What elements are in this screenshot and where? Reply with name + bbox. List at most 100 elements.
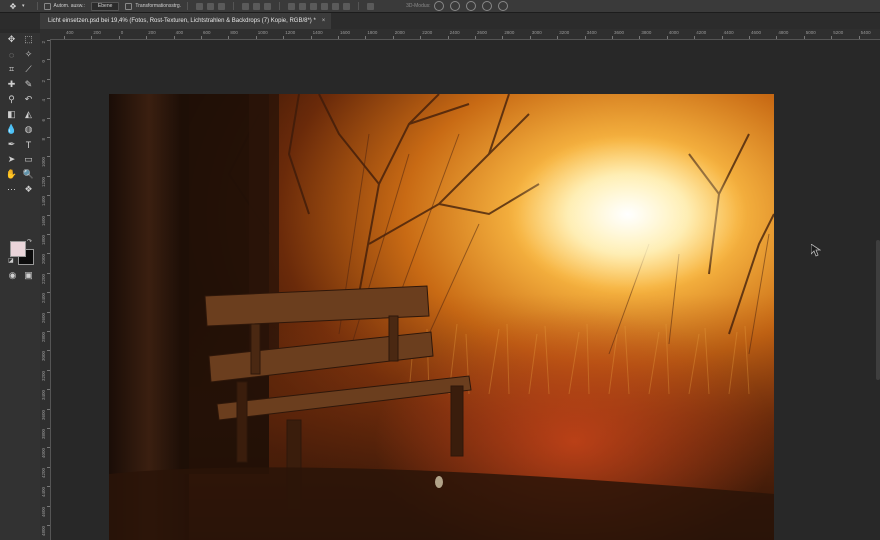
marquee-icon[interactable]: ⬚ <box>22 33 35 46</box>
ruler-tick-label: 2600 <box>41 312 46 323</box>
ruler-tick-label: 400 <box>66 30 74 35</box>
ruler-tick-label: 5400 <box>860 30 871 35</box>
ruler-tick <box>47 389 50 391</box>
ruler-tick-label: 400 <box>175 30 184 35</box>
ruler-tick <box>47 505 50 507</box>
document-tab[interactable]: Licht einsetzen.psd bei 19,4% (Fotos, Ro… <box>40 13 332 29</box>
dodge-icon[interactable]: ◍ <box>22 123 35 136</box>
align-hcenter-icon[interactable] <box>207 2 215 10</box>
3d-scale-icon[interactable] <box>497 1 508 11</box>
ruler-tick-label: 4400 <box>723 30 734 35</box>
horizontal-ruler: 400 200 0 200 400 600 800 1000 1200 1400 1600 1800 2… <box>40 29 880 40</box>
ruler-tick-label: 4600 <box>751 30 762 35</box>
ruler-tick <box>47 350 50 352</box>
ruler-tick-label: 2800 <box>41 332 46 343</box>
paint-bucket-icon[interactable]: ◭ <box>22 108 35 121</box>
auto-select-label: Autom. ausw.: <box>53 3 85 9</box>
foreground-color-swatch[interactable] <box>10 241 26 257</box>
stamp-icon[interactable]: ⚲ <box>5 93 18 106</box>
ruler-tick-label: 3200 <box>559 30 570 35</box>
vertical-scrollbar[interactable] <box>876 240 880 380</box>
distribute-left-icon[interactable] <box>321 2 329 10</box>
ruler-tick <box>612 36 613 39</box>
ruler-tick-label: 4600 <box>41 506 46 517</box>
options-bar: ✥ ▾ Autom. ausw.: Ebene Transformationss… <box>0 0 880 13</box>
ruler-tick-label: 5000 <box>805 30 816 35</box>
history-brush-icon[interactable]: ↶ <box>22 93 35 106</box>
align-bottom-icon[interactable] <box>264 2 272 10</box>
distribute-vcenter-icon[interactable] <box>299 2 307 10</box>
ruler-tick-label: 3800 <box>41 429 46 440</box>
3d-pan-icon[interactable] <box>465 1 476 11</box>
ruler-tick <box>47 59 50 61</box>
ruler-tick <box>310 36 312 39</box>
separator <box>187 2 189 10</box>
ruler-tick-label: 3200 <box>41 370 46 381</box>
ruler-tick-label: 3400 <box>586 30 597 35</box>
ruler-tick-label: 2 <box>41 79 46 83</box>
default-colors-icon[interactable]: ◪ <box>8 257 14 264</box>
align-left-icon[interactable] <box>196 2 204 10</box>
ruler-tick <box>47 525 50 526</box>
extra-icon[interactable]: ❖ <box>22 183 35 196</box>
close-tab-icon[interactable]: × <box>322 18 326 24</box>
ruler-tick-label: 4400 <box>41 487 46 498</box>
zoom-icon[interactable]: 🔍 <box>22 168 35 181</box>
move-icon[interactable]: ✥ <box>8 1 18 11</box>
eyedropper-icon[interactable]: ⟋ <box>22 63 35 76</box>
separator <box>233 2 235 10</box>
ruler-tick <box>47 234 50 235</box>
blur-icon[interactable]: 💧 <box>5 123 18 136</box>
ruler-tick <box>47 40 50 41</box>
quick-mask-icon[interactable]: ◉ <box>6 269 19 282</box>
distribute-hcenter-icon[interactable] <box>332 2 340 10</box>
align-vcenter-icon[interactable] <box>253 2 261 10</box>
ruler-tick <box>47 311 50 313</box>
healing-brush-icon[interactable]: ✚ <box>5 78 18 91</box>
canvas-area[interactable] <box>51 40 880 540</box>
lasso-icon[interactable]: ◌ <box>5 48 18 61</box>
auto-select-checkbox[interactable] <box>43 2 51 10</box>
brush-icon[interactable]: ✎ <box>22 78 35 91</box>
path-select-icon[interactable]: ➤ <box>5 153 18 166</box>
separator <box>279 2 281 10</box>
ruler-tick <box>47 428 50 429</box>
auto-align-icon[interactable] <box>367 2 375 10</box>
pen-icon[interactable]: ✒ <box>5 138 18 151</box>
ruler-tick <box>255 36 257 39</box>
distribute-right-icon[interactable] <box>343 2 351 10</box>
tool-preset-dropdown[interactable]: ▾ <box>22 3 25 9</box>
type-icon[interactable]: T <box>22 138 35 151</box>
ruler-tick-label: 2400 <box>41 293 46 304</box>
ruler-tick-label: 0 <box>120 30 124 35</box>
ruler-tick-label: 5200 <box>833 30 844 35</box>
crop-icon[interactable]: ⌗ <box>5 63 18 76</box>
hand-icon[interactable]: ✋ <box>5 168 18 181</box>
auto-select-target-value[interactable]: Ebene <box>90 1 120 11</box>
ruler-tick <box>47 272 50 274</box>
magic-wand-icon[interactable]: ✧ <box>22 48 35 61</box>
move-icon[interactable]: ✥ <box>5 33 18 46</box>
distribute-top-icon[interactable] <box>288 2 296 10</box>
eraser-icon[interactable]: ◧ <box>5 108 18 121</box>
auto-select-target-dropdown[interactable]: Ebene <box>90 1 120 11</box>
canvas-image[interactable] <box>109 94 774 540</box>
ruler-tick <box>392 36 394 39</box>
swap-colors-icon[interactable]: ↷ <box>27 238 32 245</box>
align-top-icon[interactable] <box>242 2 250 10</box>
ruler-tick-label: 4200 <box>41 467 46 478</box>
3d-slide-icon[interactable] <box>481 1 492 11</box>
3d-roll-icon[interactable] <box>449 1 460 11</box>
separator <box>358 2 360 10</box>
align-right-icon[interactable] <box>218 2 226 10</box>
tools-panel: ✥ ⬚ ◌ ✧ ⌗ ⟋ ✚ ✎ ⚲ ↶ ◧ ◭ 💧 ◍ ✒ T ➤ ▭ ✋ 🔍 ⋯ ❖ ↷ ◪ ◉ ▣ <box>0 29 41 540</box>
ruler-tick <box>283 36 285 39</box>
screen-mode-icon[interactable]: ▣ <box>22 269 35 282</box>
edit-toolbar-icon[interactable]: ⋯ <box>5 183 18 196</box>
distribute-bottom-icon[interactable] <box>310 2 318 10</box>
ruler-tick <box>47 195 50 197</box>
shape-icon[interactable]: ▭ <box>22 153 35 166</box>
ruler-tick <box>420 36 422 39</box>
3d-orbit-icon[interactable] <box>433 1 444 11</box>
transform-controls-checkbox[interactable] <box>125 2 133 10</box>
